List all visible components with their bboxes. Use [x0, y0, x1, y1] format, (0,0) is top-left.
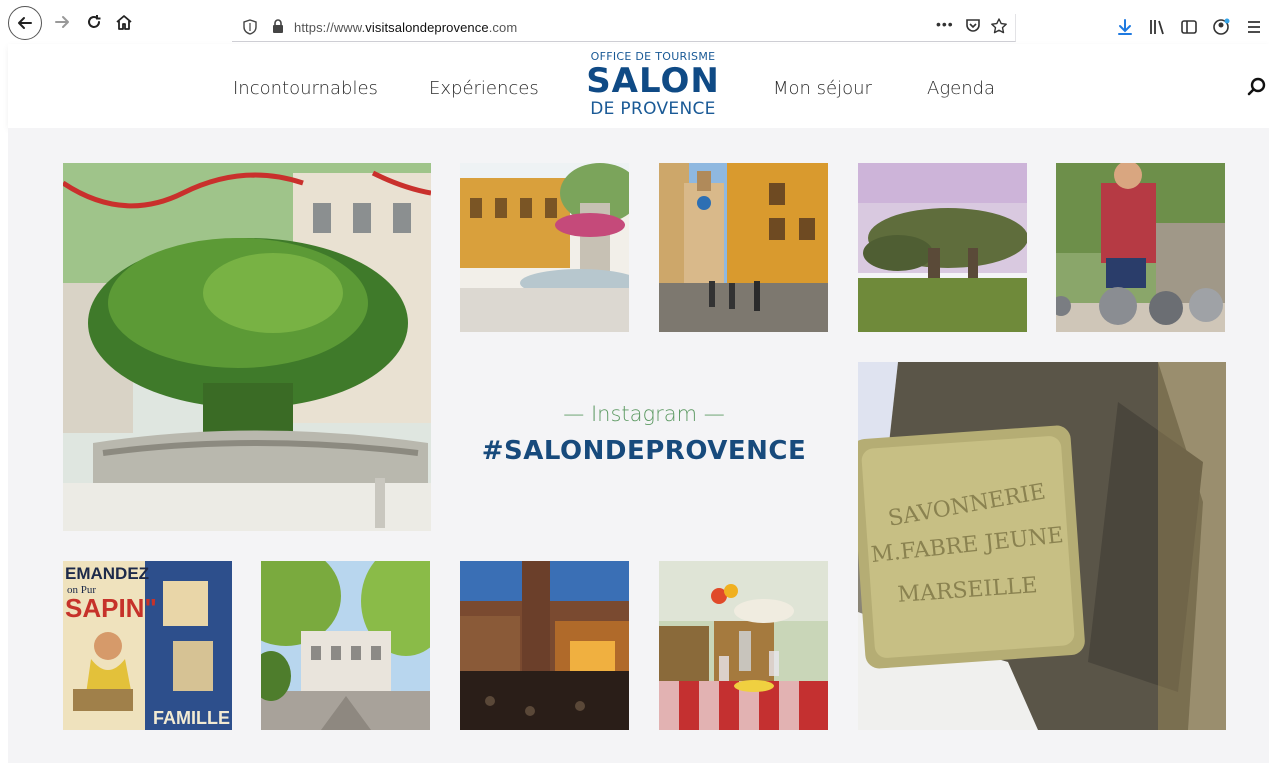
sidebar-icon[interactable] — [1179, 17, 1199, 37]
photo-vintage-poster[interactable]: EMANDEZ on Pur SAPIN" FAMILLE — [63, 561, 232, 730]
address-bar[interactable]: https://www.visitsalondeprovence.com ••• — [232, 14, 1016, 42]
photo-fountain-square[interactable] — [460, 163, 629, 332]
instagram-label: — Instagram — — [563, 402, 725, 426]
page-actions-icon[interactable]: ••• — [936, 16, 954, 32]
logo-main-text: SALON — [586, 61, 720, 101]
reload-icon[interactable] — [82, 10, 106, 34]
photo-moss-fountain[interactable] — [63, 163, 431, 531]
url-text[interactable]: https://www.visitsalondeprovence.com — [294, 20, 517, 35]
photo-savon-de-marseille[interactable]: SAVONNERIE M.FABRE JEUNE MARSEILLE — [858, 362, 1226, 730]
home-icon[interactable] — [112, 10, 136, 34]
photo-olive-trees[interactable] — [858, 163, 1027, 332]
photo-clock-tower-street[interactable] — [659, 163, 828, 332]
nav-item-experiences[interactable]: Expériences — [429, 78, 539, 99]
site-header: Incontournables Expériences OFFICE DE TO… — [8, 44, 1269, 128]
logo-bottom-text: DE PROVENCE — [590, 99, 716, 119]
download-icon[interactable] — [1115, 17, 1135, 37]
library-icon[interactable] — [1147, 17, 1167, 37]
site-logo[interactable]: OFFICE DE TOURISME SALON DE PROVENCE — [578, 50, 728, 119]
poster-line4: FAMILLE — [153, 708, 230, 728]
photo-tree-lined-street[interactable] — [261, 561, 430, 730]
nav-item-incontournables[interactable]: Incontournables — [233, 78, 378, 99]
back-arrow-icon[interactable] — [8, 6, 42, 40]
tracking-shield-icon[interactable] — [242, 19, 258, 35]
hamburger-menu-icon[interactable] — [1244, 17, 1264, 37]
instagram-gallery: — Instagram — #SALONDEPROVENCE SAVONNERI… — [8, 128, 1269, 763]
pocket-icon[interactable] — [964, 17, 982, 35]
nav-item-mon-sejour[interactable]: Mon séjour — [773, 78, 872, 99]
account-icon[interactable] — [1211, 17, 1231, 37]
search-icon[interactable] — [1246, 76, 1268, 98]
nav-item-agenda[interactable]: Agenda — [927, 78, 995, 99]
instagram-heading: — Instagram — #SALONDEPROVENCE — [460, 360, 828, 480]
instagram-hashtag[interactable]: #SALONDEPROVENCE — [460, 436, 828, 466]
photo-petanque-balls[interactable] — [1056, 163, 1225, 332]
photo-castle-concert[interactable] — [460, 561, 629, 730]
forward-arrow-icon[interactable] — [50, 10, 74, 34]
photo-picnic-table[interactable] — [659, 561, 828, 730]
browser-toolbar: https://www.visitsalondeprovence.com ••• — [0, 0, 1269, 44]
lock-icon[interactable] — [270, 18, 286, 34]
poster-line3: SAPIN" — [65, 593, 157, 623]
bookmark-star-icon[interactable] — [990, 17, 1008, 35]
poster-line1: EMANDEZ — [65, 564, 149, 583]
